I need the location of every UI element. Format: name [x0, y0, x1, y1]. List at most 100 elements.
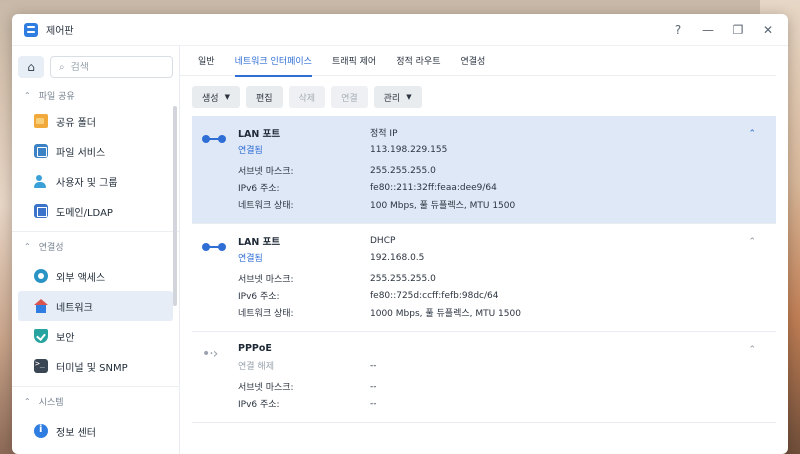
sidebar-item-label: 네트워크	[56, 302, 93, 314]
home-icon: ⌂	[27, 60, 35, 74]
search-input[interactable]	[70, 61, 151, 73]
ipv6-value: fe80::725d:ccff:fefb:98dc/64	[370, 290, 499, 301]
minimize-button[interactable]: —	[702, 23, 714, 37]
shared-folder-icon	[34, 114, 48, 128]
tab-network-interface[interactable]: 네트워크 인터페이스	[234, 46, 313, 77]
network-state-label: 네트워크 상태:	[238, 201, 294, 211]
collapse-chevron-icon[interactable]: ⌃	[748, 237, 756, 247]
sidebar-item-label: 사용자 및 그룹	[56, 177, 118, 189]
search-icon: ⌕	[59, 61, 65, 73]
manage-button-label: 관리	[383, 93, 401, 104]
edit-button[interactable]: 편집	[245, 86, 283, 108]
interface-row[interactable]: ⌃ LAN 포트 정적 IP 연결됨 113.198.229.155 서브넷 마…	[192, 116, 776, 224]
ipv6-label: IPv6 주소:	[238, 400, 280, 410]
create-button[interactable]: 생성 ▼	[192, 86, 240, 108]
sidebar-item-network[interactable]: 네트워크	[18, 291, 173, 321]
sidebar: ⌂ ⌕ ⌃ 파일 공유 공유 폴더 파일 서비스	[12, 46, 180, 454]
delete-button[interactable]: 삭제	[288, 86, 326, 108]
interface-ip: 192.168.0.5	[370, 252, 425, 263]
section-label: 연결성	[38, 243, 64, 253]
external-access-icon	[34, 269, 48, 283]
network-state-value: 1000 Mbps, 풀 듀플렉스, MTU 1500	[370, 309, 521, 319]
file-services-icon	[34, 144, 48, 158]
interface-row[interactable]: •·› ⌃ PPPoE 연결 해제 -- 서브넷 마스크: -- IPv6 주소…	[192, 332, 776, 423]
section-label: 시스템	[38, 398, 64, 408]
section-file-sharing[interactable]: ⌃ 파일 공유	[12, 84, 179, 106]
sidebar-item-label: 터미널 및 SNMP	[56, 362, 128, 374]
lan-connected-icon	[202, 133, 226, 145]
subnet-label: 서브넷 마스크:	[238, 383, 294, 393]
sidebar-item-users-groups[interactable]: 사용자 및 그룹	[18, 166, 173, 196]
network-icon	[34, 299, 48, 313]
collapse-caret-icon: ⌃	[24, 397, 31, 406]
collapse-caret-icon: ⌃	[24, 242, 31, 251]
sidebar-item-security[interactable]: 보안	[18, 321, 173, 351]
sidebar-item-label: 보안	[56, 332, 75, 344]
tab-connectivity[interactable]: 연결성	[460, 46, 485, 76]
sidebar-item-label: 정보 센터	[56, 427, 96, 439]
subnet-value: --	[370, 381, 377, 392]
domain-ldap-icon	[34, 204, 48, 218]
sidebar-scrollbar[interactable]	[173, 106, 177, 306]
home-button[interactable]: ⌂	[18, 56, 44, 78]
tab-bar: 일반 네트워크 인터페이스 트래픽 제어 정적 라우트 연결성	[180, 46, 776, 77]
interface-ip: 113.198.229.155	[370, 144, 448, 155]
sidebar-item-file-services[interactable]: 파일 서비스	[18, 136, 173, 166]
main-panel: 일반 네트워크 인터페이스 트래픽 제어 정적 라우트 연결성 생성 ▼ 편집 …	[180, 46, 788, 454]
pppoe-disconnected-icon: •·›	[202, 346, 218, 362]
sidebar-item-domain-ldap[interactable]: 도메인/LDAP	[18, 196, 173, 226]
interface-list: ⌃ LAN 포트 정적 IP 연결됨 113.198.229.155 서브넷 마…	[192, 116, 776, 423]
dropdown-arrow-icon: ▼	[224, 93, 230, 101]
subnet-value: 255.255.255.0	[370, 165, 436, 176]
title-bar: 제어판 ? — ❐ ✕	[12, 14, 788, 46]
connect-button[interactable]: 연결	[331, 86, 368, 108]
section-system[interactable]: ⌃ 시스템	[12, 386, 179, 416]
interface-ip: --	[370, 360, 377, 371]
sidebar-item-label: 공유 폴더	[56, 117, 96, 129]
create-button-label: 생성	[202, 93, 219, 104]
security-shield-icon	[34, 329, 48, 343]
interface-mode: 정적 IP	[370, 129, 398, 139]
sidebar-item-label: 파일 서비스	[56, 147, 106, 159]
sidebar-item-shared-folder[interactable]: 공유 폴더	[18, 106, 173, 136]
users-groups-icon	[34, 174, 48, 188]
ipv6-label: IPv6 주소:	[238, 184, 280, 194]
ipv6-label: IPv6 주소:	[238, 292, 280, 302]
close-button[interactable]: ✕	[762, 23, 774, 37]
ipv6-value: fe80::211:32ff:feaa:dee9/64	[370, 182, 497, 193]
manage-button[interactable]: 관리 ▼	[373, 86, 422, 108]
collapse-caret-icon: ⌃	[24, 90, 31, 100]
collapse-chevron-icon[interactable]: ⌃	[748, 345, 756, 355]
sidebar-item-label: 도메인/LDAP	[56, 207, 113, 219]
tab-general[interactable]: 일반	[198, 46, 215, 76]
ipv6-value: --	[370, 398, 377, 409]
sidebar-item-terminal-snmp[interactable]: 터미널 및 SNMP	[18, 351, 173, 381]
collapse-chevron-icon[interactable]: ⌃	[748, 129, 756, 139]
interface-mode: DHCP	[370, 235, 396, 246]
network-state-label: 네트워크 상태:	[238, 309, 294, 319]
window-title: 제어판	[46, 26, 74, 37]
section-connectivity[interactable]: ⌃ 연결성	[12, 231, 179, 261]
toolbar: 생성 ▼ 편집 삭제 연결 관리 ▼	[180, 76, 788, 116]
help-button[interactable]: ?	[672, 23, 684, 37]
interface-row[interactable]: ⌃ LAN 포트 DHCP 연결됨 192.168.0.5 서브넷 마스크: 2…	[192, 224, 776, 332]
subnet-label: 서브넷 마스크:	[238, 167, 294, 177]
info-center-icon	[34, 424, 48, 438]
control-panel-icon	[24, 22, 38, 37]
sidebar-item-info-center[interactable]: 정보 센터	[18, 416, 173, 446]
section-label: 파일 공유	[38, 91, 75, 102]
lan-connected-icon	[202, 241, 226, 253]
subnet-value: 255.255.255.0	[370, 273, 436, 284]
maximize-button[interactable]: ❐	[732, 23, 744, 37]
control-panel-window: 제어판 ? — ❐ ✕ ⌂ ⌕ ⌃ 파일 공유	[12, 14, 788, 454]
terminal-icon	[34, 359, 48, 373]
dropdown-arrow-icon: ▼	[406, 93, 412, 101]
sidebar-item-label: 외부 액세스	[56, 272, 106, 284]
subnet-label: 서브넷 마스크:	[238, 275, 294, 285]
tab-static-route[interactable]: 정적 라우트	[396, 46, 440, 76]
sidebar-item-external-access[interactable]: 외부 액세스	[18, 261, 173, 291]
network-state-value: 100 Mbps, 풀 듀플렉스, MTU 1500	[370, 201, 516, 211]
window-controls: ? — ❐ ✕	[672, 23, 778, 37]
search-box[interactable]: ⌕	[50, 56, 173, 78]
tab-traffic-control[interactable]: 트래픽 제어	[332, 46, 376, 76]
